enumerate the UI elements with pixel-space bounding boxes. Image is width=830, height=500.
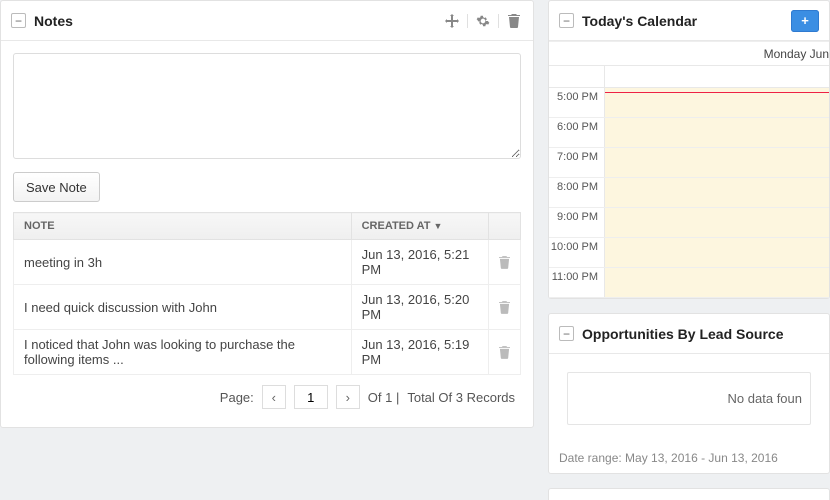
hour-slot[interactable] — [605, 268, 829, 297]
hour-slot[interactable] — [605, 178, 829, 207]
hour-slot[interactable] — [605, 238, 829, 267]
page-input[interactable] — [294, 385, 328, 409]
col-created-at[interactable]: CREATED AT▼ — [351, 213, 488, 240]
calendar-panel: − Today's Calendar + Monday Jun 5:00 PM … — [548, 0, 830, 299]
collapse-toggle[interactable]: − — [11, 13, 26, 28]
hour-label: 5:00 PM — [549, 88, 605, 117]
move-icon[interactable] — [443, 12, 461, 30]
page-label: Page: — [220, 390, 254, 405]
calendar-allday-row — [549, 66, 829, 88]
calendar-hour-row[interactable]: 5:00 PM — [549, 88, 829, 118]
gear-icon[interactable] — [474, 12, 492, 30]
calendar-hour-row[interactable]: 10:00 PM — [549, 238, 829, 268]
of-label: Of 1 | — [368, 390, 400, 405]
calendar-day-header: Monday Jun — [549, 42, 829, 66]
notes-panel-header: − Notes — [1, 1, 533, 41]
opportunities-panel: − Opportunities By Lead Source No data f… — [548, 313, 830, 474]
hour-label: 7:00 PM — [549, 148, 605, 177]
cell-note: I noticed that John was looking to purch… — [14, 330, 352, 375]
next-page-button[interactable]: › — [336, 385, 360, 409]
opportunities-empty: No data foun — [567, 372, 811, 425]
calendar-hour-row[interactable]: 8:00 PM — [549, 178, 829, 208]
row-trash-icon[interactable] — [499, 346, 510, 359]
calendar-body: Monday Jun 5:00 PM 6:00 PM 7:00 PM — [549, 41, 829, 298]
total-records: Total Of 3 Records — [407, 390, 515, 405]
table-row[interactable]: meeting in 3h Jun 13, 2016, 5:21 PM — [14, 240, 521, 285]
plus-icon: + — [801, 13, 809, 28]
cell-note: meeting in 3h — [14, 240, 352, 285]
hour-label: 9:00 PM — [549, 208, 605, 237]
table-row[interactable]: I need quick discussion with John Jun 13… — [14, 285, 521, 330]
prev-page-button[interactable]: ‹ — [262, 385, 286, 409]
hour-label: 8:00 PM — [549, 178, 605, 207]
collapse-toggle[interactable]: − — [559, 13, 574, 28]
minus-icon: − — [15, 15, 22, 27]
hour-slot[interactable] — [605, 208, 829, 237]
calendar-header: − Today's Calendar + — [549, 1, 829, 41]
save-note-button[interactable]: Save Note — [13, 172, 100, 202]
chevron-right-icon: › — [346, 390, 350, 405]
row-trash-icon[interactable] — [499, 301, 510, 314]
table-row[interactable]: I noticed that John was looking to purch… — [14, 330, 521, 375]
sales-flow-header: − My Sales Flow B2B — [549, 489, 829, 500]
hour-slot[interactable] — [605, 148, 829, 177]
calendar-hour-row[interactable]: 7:00 PM — [549, 148, 829, 178]
calendar-grid[interactable]: 5:00 PM 6:00 PM 7:00 PM 8:00 PM — [549, 88, 829, 298]
calendar-hour-row[interactable]: 9:00 PM — [549, 208, 829, 238]
now-indicator — [605, 92, 829, 93]
opportunities-body: No data foun — [549, 354, 829, 443]
notes-table: NOTE CREATED AT▼ meeting in 3h Jun 13, 2… — [13, 212, 521, 375]
add-event-button[interactable]: + — [791, 10, 819, 32]
opportunities-date-range: Date range: May 13, 2016 - Jun 13, 2016 — [549, 443, 829, 473]
hour-slot[interactable] — [605, 118, 829, 147]
minus-icon: − — [563, 328, 570, 340]
collapse-toggle[interactable]: − — [559, 326, 574, 341]
notes-title: Notes — [34, 13, 73, 29]
col-note[interactable]: NOTE — [14, 213, 352, 240]
col-actions — [489, 213, 521, 240]
notes-panel: − Notes Save Note — [0, 0, 534, 428]
calendar-title: Today's Calendar — [582, 13, 697, 29]
cell-created-at: Jun 13, 2016, 5:21 PM — [351, 240, 488, 285]
opportunities-title: Opportunities By Lead Source — [582, 326, 783, 342]
cell-note: I need quick discussion with John — [14, 285, 352, 330]
hour-label: 11:00 PM — [549, 268, 605, 297]
hour-label: 10:00 PM — [549, 238, 605, 267]
sort-desc-icon: ▼ — [433, 221, 442, 231]
row-trash-icon[interactable] — [499, 256, 510, 269]
hour-label: 6:00 PM — [549, 118, 605, 147]
calendar-hour-row[interactable]: 6:00 PM — [549, 118, 829, 148]
opportunities-header: − Opportunities By Lead Source — [549, 314, 829, 354]
calendar-hour-row[interactable]: 11:00 PM — [549, 268, 829, 298]
pager: Page: ‹ › Of 1 | Total Of 3 Records — [13, 375, 521, 415]
sales-flow-panel: − My Sales Flow B2B — [548, 488, 830, 500]
minus-icon: − — [563, 15, 570, 27]
trash-icon[interactable] — [505, 12, 523, 30]
cell-created-at: Jun 13, 2016, 5:19 PM — [351, 330, 488, 375]
note-textarea[interactable] — [13, 53, 521, 159]
chevron-left-icon: ‹ — [272, 390, 276, 405]
hour-slot[interactable] — [605, 88, 829, 117]
cell-created-at: Jun 13, 2016, 5:20 PM — [351, 285, 488, 330]
notes-body: Save Note NOTE CREATED AT▼ meeting in 3h… — [1, 41, 533, 427]
table-header-row: NOTE CREATED AT▼ — [14, 213, 521, 240]
